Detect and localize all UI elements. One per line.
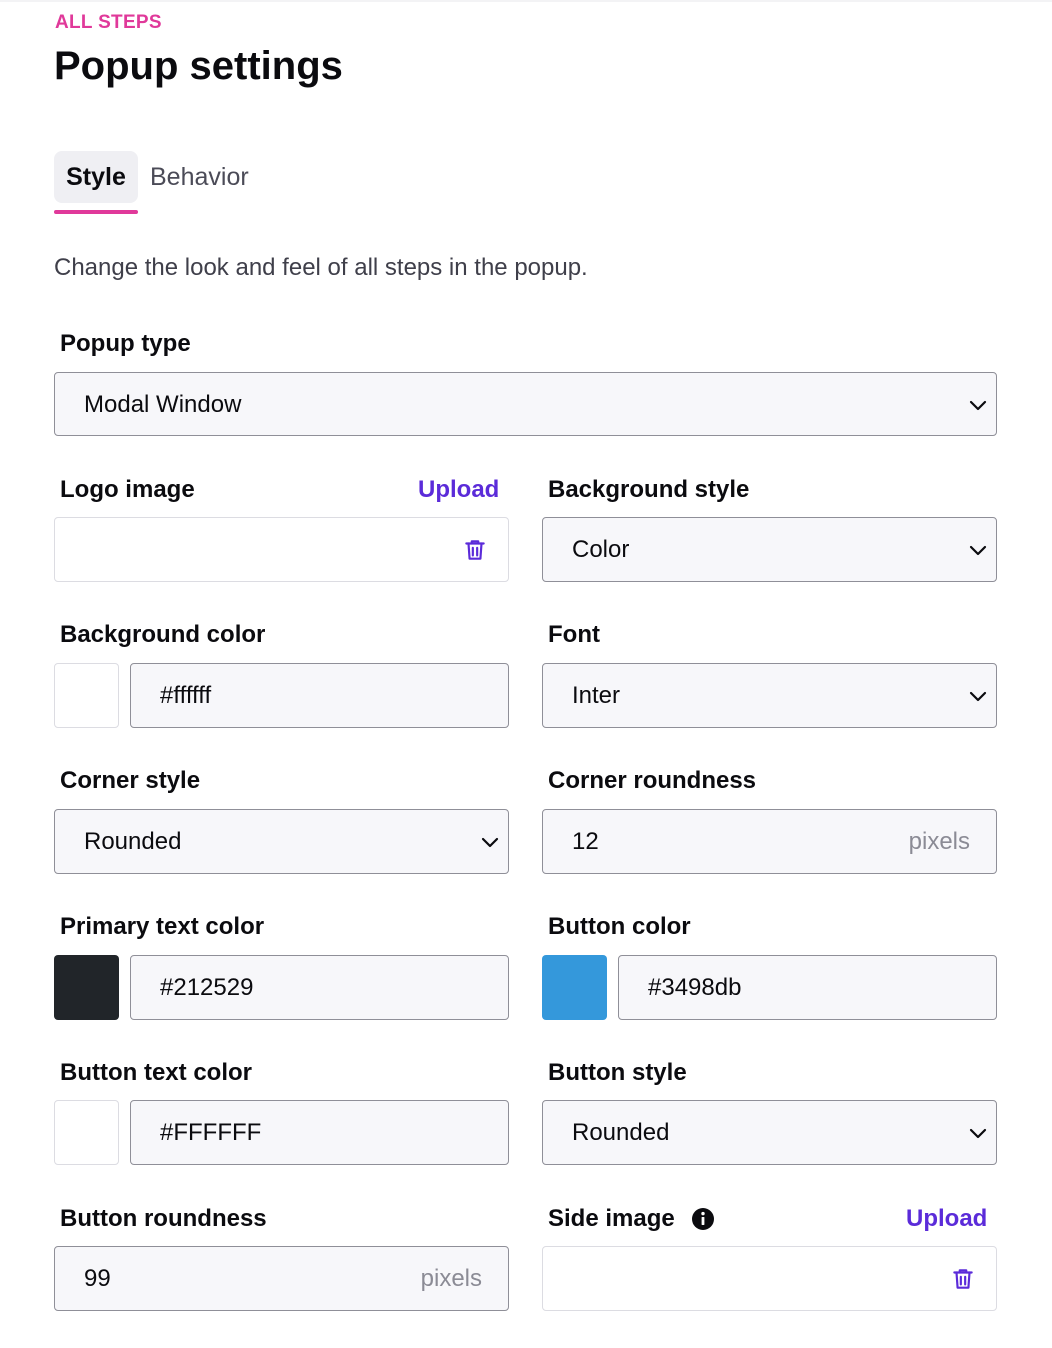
trash-icon[interactable] bbox=[950, 1266, 976, 1292]
button-text-color-input[interactable]: #FFFFFF bbox=[130, 1100, 509, 1165]
section-description: Change the look and feel of all steps in… bbox=[54, 254, 588, 281]
button-roundness-label: Button roundness bbox=[60, 1205, 267, 1232]
button-style-label: Button style bbox=[548, 1059, 687, 1086]
popup-type-value: Modal Window bbox=[84, 391, 242, 418]
corner-roundness-unit: pixels bbox=[908, 828, 970, 855]
background-style-label: Background style bbox=[548, 476, 750, 503]
info-icon[interactable] bbox=[691, 1207, 715, 1231]
button-text-color-value: #FFFFFF bbox=[160, 1119, 262, 1146]
background-color-value: #ffffff bbox=[160, 682, 212, 709]
primary-text-color-value: #212529 bbox=[160, 974, 254, 1001]
top-divider bbox=[0, 0, 1052, 2]
side-image-label: Side image bbox=[548, 1205, 675, 1232]
font-label: Font bbox=[548, 621, 600, 648]
trash-icon[interactable] bbox=[462, 537, 488, 563]
font-value: Inter bbox=[572, 682, 621, 709]
chevron-down-icon bbox=[969, 545, 987, 556]
popup-type-label: Popup type bbox=[60, 330, 191, 357]
logo-image-field bbox=[54, 517, 509, 582]
active-tab-indicator bbox=[54, 210, 138, 214]
background-color-label: Background color bbox=[60, 621, 266, 648]
breadcrumb: ALL STEPS bbox=[55, 12, 162, 33]
tab-behavior[interactable]: Behavior bbox=[150, 151, 249, 203]
primary-text-color-label: Primary text color bbox=[60, 913, 265, 940]
corner-roundness-input[interactable]: 12 pixels bbox=[542, 809, 997, 874]
corner-style-label: Corner style bbox=[60, 767, 201, 794]
corner-roundness-value: 12 bbox=[572, 828, 599, 855]
font-select[interactable]: Inter bbox=[542, 663, 997, 728]
button-style-value: Rounded bbox=[572, 1119, 670, 1146]
chevron-down-icon bbox=[969, 400, 987, 411]
primary-text-color-input[interactable]: #212529 bbox=[130, 955, 509, 1020]
button-roundness-value: 99 bbox=[84, 1265, 111, 1292]
page-title: Popup settings bbox=[54, 44, 343, 88]
corner-style-value: Rounded bbox=[84, 828, 182, 855]
button-color-swatch[interactable] bbox=[542, 955, 607, 1020]
logo-image-label: Logo image bbox=[60, 476, 195, 503]
background-color-swatch[interactable] bbox=[54, 663, 119, 728]
button-text-color-label: Button text color bbox=[60, 1059, 252, 1086]
side-image-upload-link[interactable]: Upload bbox=[906, 1205, 987, 1233]
chevron-down-icon bbox=[969, 691, 987, 702]
background-style-value: Color bbox=[572, 536, 630, 563]
popup-type-select[interactable]: Modal Window bbox=[54, 372, 997, 436]
button-style-select[interactable]: Rounded bbox=[542, 1100, 997, 1165]
primary-text-color-swatch[interactable] bbox=[54, 955, 119, 1020]
button-text-color-swatch[interactable] bbox=[54, 1100, 119, 1165]
chevron-down-icon bbox=[481, 837, 499, 848]
background-color-input[interactable]: #ffffff bbox=[130, 663, 509, 728]
tab-style[interactable]: Style bbox=[54, 151, 138, 203]
logo-upload-link[interactable]: Upload bbox=[418, 476, 499, 504]
button-roundness-input[interactable]: 99 pixels bbox=[54, 1246, 509, 1311]
side-image-field bbox=[542, 1246, 997, 1311]
button-color-value: #3498db bbox=[648, 974, 742, 1001]
corner-roundness-label: Corner roundness bbox=[548, 767, 757, 794]
corner-style-select[interactable]: Rounded bbox=[54, 809, 509, 874]
button-color-label: Button color bbox=[548, 913, 691, 940]
button-color-input[interactable]: #3498db bbox=[618, 955, 997, 1020]
background-style-select[interactable]: Color bbox=[542, 517, 997, 582]
button-roundness-unit: pixels bbox=[420, 1265, 482, 1292]
chevron-down-icon bbox=[969, 1128, 987, 1139]
